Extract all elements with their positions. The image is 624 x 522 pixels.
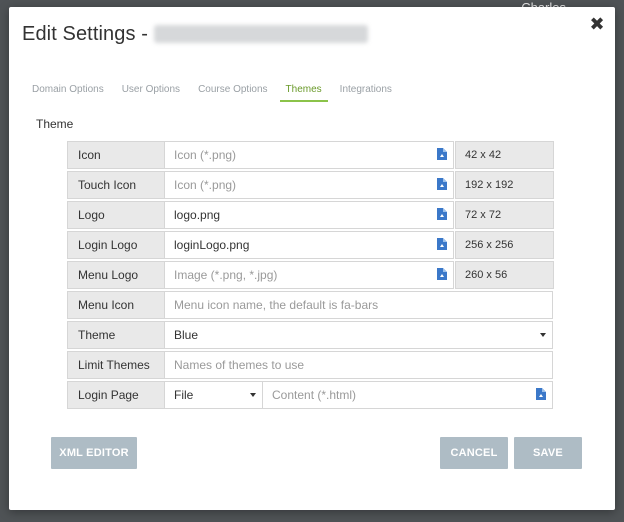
login-page-file-input[interactable]: Content (*.html) <box>262 381 553 409</box>
modal-title: Edit Settings - <box>22 22 149 45</box>
form-row-menu-logo: Menu Logo Image (*.png, *.jpg) 260 x 56 <box>67 261 554 289</box>
logo-value: logo.png <box>174 208 221 222</box>
login-page-type-select[interactable]: File <box>164 381 263 409</box>
login-logo-label: Login Logo <box>67 231 175 259</box>
menu-logo-file-input[interactable]: Image (*.png, *.jpg) <box>164 261 454 289</box>
dropdown-caret-icon <box>540 333 546 337</box>
tab-user-options[interactable]: User Options <box>122 81 180 102</box>
menu-logo-size: 260 x 56 <box>455 261 554 289</box>
menu-icon-label: Menu Icon <box>67 291 175 319</box>
cancel-button[interactable]: CANCEL <box>440 437 508 469</box>
login-page-type-value: File <box>174 388 194 402</box>
xml-editor-button[interactable]: XML EDITOR <box>51 437 137 469</box>
menu-icon-input[interactable]: Menu icon name, the default is fa-bars <box>164 291 553 319</box>
form-row-icon: Icon Icon (*.png) 42 x 42 <box>67 141 554 169</box>
form-row-logo: Logo logo.png 72 x 72 <box>67 201 554 229</box>
theme-select[interactable]: Blue <box>164 321 553 349</box>
tab-domain-options[interactable]: Domain Options <box>32 81 104 102</box>
limit-themes-label: Limit Themes <box>67 351 175 379</box>
tab-course-options[interactable]: Course Options <box>198 81 267 102</box>
theme-selected-value: Blue <box>174 328 199 342</box>
icon-placeholder: Icon (*.png) <box>174 148 237 162</box>
login-logo-value: loginLogo.png <box>174 238 250 252</box>
limit-themes-placeholder: Names of themes to use <box>174 358 305 372</box>
form-row-login-page: Login Page File Content (*.html) <box>67 381 553 409</box>
logo-size: 72 x 72 <box>455 201 554 229</box>
section-heading-theme: Theme <box>36 117 74 131</box>
theme-label: Theme <box>67 321 175 349</box>
touch-icon-label: Touch Icon <box>67 171 175 199</box>
dropdown-caret-icon <box>250 393 256 397</box>
login-page-label: Login Page <box>67 381 175 409</box>
touch-icon-size: 192 x 192 <box>455 171 554 199</box>
edit-settings-modal: Edit Settings - ✖ Domain Options User Op… <box>9 7 615 510</box>
file-upload-icon[interactable] <box>437 208 447 220</box>
tab-integrations[interactable]: Integrations <box>340 81 392 102</box>
file-upload-icon[interactable] <box>437 178 447 190</box>
form-row-limit-themes: Limit Themes Names of themes to use <box>67 351 553 379</box>
redacted-domain-name <box>154 25 369 43</box>
limit-themes-input[interactable]: Names of themes to use <box>164 351 553 379</box>
menu-logo-placeholder: Image (*.png, *.jpg) <box>174 268 278 282</box>
theme-form: Icon Icon (*.png) 42 x 42 Touch Icon Ico… <box>67 141 554 411</box>
form-row-login-logo: Login Logo loginLogo.png 256 x 256 <box>67 231 554 259</box>
form-row-theme: Theme Blue <box>67 321 553 349</box>
icon-file-input[interactable]: Icon (*.png) <box>164 141 454 169</box>
form-row-menu-icon: Menu Icon Menu icon name, the default is… <box>67 291 553 319</box>
touch-icon-placeholder: Icon (*.png) <box>174 178 237 192</box>
file-upload-icon[interactable] <box>536 388 546 400</box>
login-logo-file-input[interactable]: loginLogo.png <box>164 231 454 259</box>
tab-themes[interactable]: Themes <box>279 81 328 102</box>
logo-file-input[interactable]: logo.png <box>164 201 454 229</box>
menu-logo-label: Menu Logo <box>67 261 175 289</box>
close-icon[interactable]: ✖ <box>589 15 605 33</box>
file-upload-icon[interactable] <box>437 268 447 280</box>
icon-size: 42 x 42 <box>455 141 554 169</box>
login-page-placeholder: Content (*.html) <box>272 388 357 402</box>
login-logo-size: 256 x 256 <box>455 231 554 259</box>
file-upload-icon[interactable] <box>437 238 447 250</box>
icon-label: Icon <box>67 141 175 169</box>
form-row-touch-icon: Touch Icon Icon (*.png) 192 x 192 <box>67 171 554 199</box>
settings-tabs: Domain Options User Options Course Optio… <box>32 81 410 102</box>
logo-label: Logo <box>67 201 175 229</box>
menu-icon-placeholder: Menu icon name, the default is fa-bars <box>174 298 379 312</box>
modal-header: Edit Settings - <box>22 21 369 47</box>
touch-icon-file-input[interactable]: Icon (*.png) <box>164 171 454 199</box>
file-upload-icon[interactable] <box>437 148 447 160</box>
save-button[interactable]: SAVE <box>514 437 582 469</box>
